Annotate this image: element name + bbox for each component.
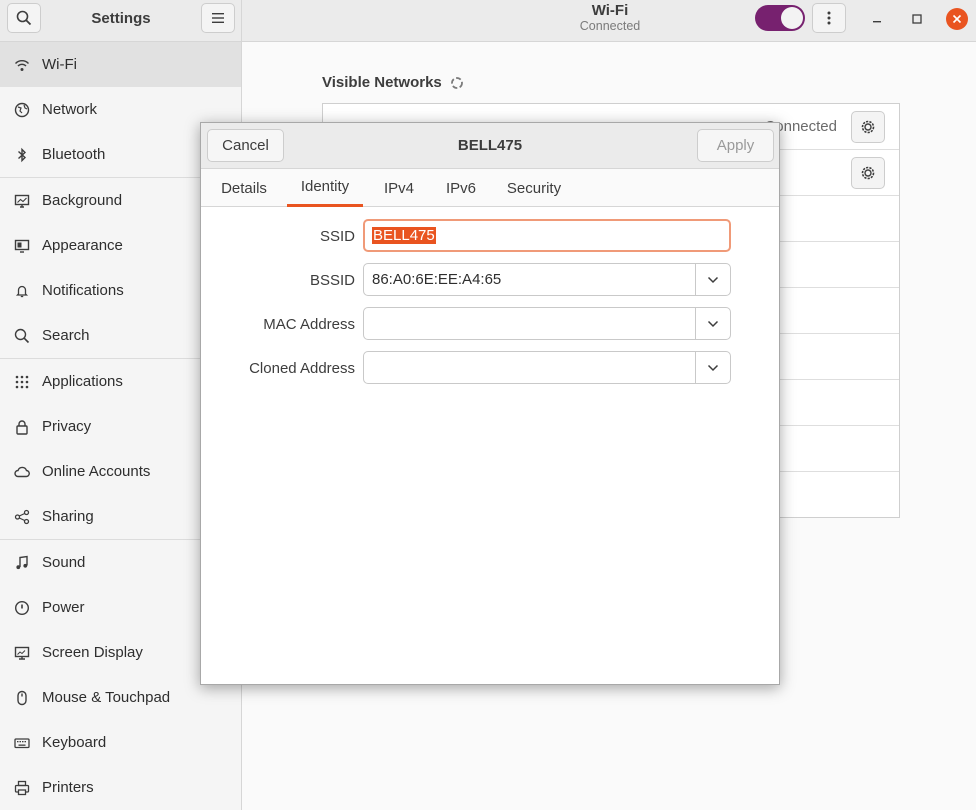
visible-networks-heading: Visible Networks [322, 74, 464, 91]
visible-networks-title: Visible Networks [322, 74, 442, 91]
tab-ipv4[interactable]: IPv4 [373, 169, 425, 207]
sidebar-item-label: Search [42, 327, 90, 344]
sidebar-item-label: Sharing [42, 508, 94, 525]
cloned-address-dropdown-button[interactable] [695, 352, 730, 383]
sidebar-item-label: Online Accounts [42, 463, 151, 480]
cloned-address-combo[interactable] [363, 351, 731, 384]
printer-icon [0, 780, 42, 796]
sidebar-item-label: Sound [42, 554, 86, 571]
sidebar-item-label: Mouse & Touchpad [42, 689, 171, 706]
spinner-icon [450, 76, 463, 89]
chevron-down-icon [707, 364, 719, 371]
mac-address-combo[interactable] [363, 307, 731, 340]
display-icon [0, 645, 42, 661]
background-icon [0, 193, 42, 209]
minimize-icon [873, 21, 881, 23]
chevron-down-icon [707, 276, 719, 283]
page-subtitle: Connected [579, 19, 641, 33]
wifi-icon [0, 57, 42, 73]
sidebar-item-label: Power [42, 599, 85, 616]
sidebar-item-label: Keyboard [42, 734, 107, 751]
power-icon [0, 600, 42, 616]
maximize-button[interactable] [906, 8, 928, 30]
vertical-dots-icon [827, 11, 831, 25]
tab-security[interactable]: Security [497, 169, 571, 207]
gear-icon [861, 166, 875, 180]
toggle-knob [781, 7, 803, 29]
sidebar-item-label: Notifications [42, 282, 124, 299]
sidebar-item-label: Applications [42, 373, 123, 390]
sidebar-header: Settings [0, 0, 242, 42]
gear-icon [861, 120, 875, 134]
cancel-button[interactable]: Cancel [207, 129, 284, 162]
network-settings-button[interactable] [851, 111, 885, 143]
network-settings-button[interactable] [851, 157, 885, 189]
tab-details[interactable]: Details [211, 169, 277, 207]
settings-title: Settings [91, 10, 151, 27]
bssid-dropdown-button[interactable] [695, 264, 730, 295]
mac-address-dropdown-button[interactable] [695, 308, 730, 339]
sidebar-item-label: Network [42, 101, 98, 118]
sidebar-item-keyboard[interactable]: Keyboard [0, 720, 241, 765]
share-icon [0, 509, 42, 525]
search-icon [16, 10, 32, 26]
appearance-icon [0, 238, 42, 254]
dialog-header: Cancel BELL475 Apply [201, 123, 779, 169]
music-note-icon [0, 555, 42, 571]
bssid-label: BSSID [309, 272, 355, 289]
tab-identity[interactable]: Identity [287, 169, 363, 207]
more-options-button[interactable] [812, 3, 846, 33]
search-button[interactable] [7, 3, 41, 33]
sidebar-item-label: Appearance [42, 237, 123, 254]
sidebar-item-label: Screen Display [42, 644, 143, 661]
connection-dialog: Cancel BELL475 Apply Details Identity IP… [200, 122, 780, 685]
ssid-field[interactable]: BELL475 [363, 219, 731, 252]
wifi-toggle[interactable] [755, 5, 805, 31]
bell-icon [0, 283, 42, 299]
menu-button[interactable] [201, 3, 235, 33]
keyboard-icon [0, 735, 42, 751]
mouse-icon [0, 690, 42, 706]
close-icon [952, 14, 962, 24]
minimize-button[interactable] [866, 8, 888, 30]
chevron-down-icon [707, 320, 719, 327]
sidebar-item-printers[interactable]: Printers [0, 765, 241, 810]
sidebar-item-label: Background [42, 192, 123, 209]
dialog-tabs: Details Identity IPv4 IPv6 Security [201, 169, 779, 207]
hamburger-icon [212, 13, 224, 23]
page-title: Wi-Fi [591, 2, 629, 19]
maximize-icon [912, 14, 922, 24]
sidebar-item-label: Printers [42, 779, 94, 796]
bluetooth-icon [0, 147, 42, 163]
bssid-combo[interactable]: 86:A0:6E:EE:A4:65 [363, 263, 731, 296]
header-bar: Settings Wi-Fi Connected [0, 0, 976, 42]
sidebar-item-label: Wi-Fi [42, 56, 77, 73]
lock-icon [0, 419, 42, 435]
close-button[interactable] [946, 8, 968, 30]
network-icon [0, 102, 42, 118]
ssid-value: BELL475 [372, 227, 436, 244]
mac-address-label: MAC Address [263, 316, 355, 333]
search-icon [0, 328, 42, 344]
cloud-icon [0, 464, 42, 480]
tab-ipv6[interactable]: IPv6 [435, 169, 487, 207]
sidebar-item-wifi[interactable]: Wi-Fi [0, 42, 241, 87]
applications-icon [0, 374, 42, 390]
apply-button[interactable]: Apply [697, 129, 774, 162]
ssid-label: SSID [319, 228, 355, 245]
cloned-address-label: Cloned Address [249, 360, 355, 377]
sidebar-item-label: Privacy [42, 418, 92, 435]
sidebar-item-label: Bluetooth [42, 146, 106, 163]
dialog-title: BELL475 [457, 137, 523, 154]
bssid-value: 86:A0:6E:EE:A4:65 [372, 271, 502, 288]
